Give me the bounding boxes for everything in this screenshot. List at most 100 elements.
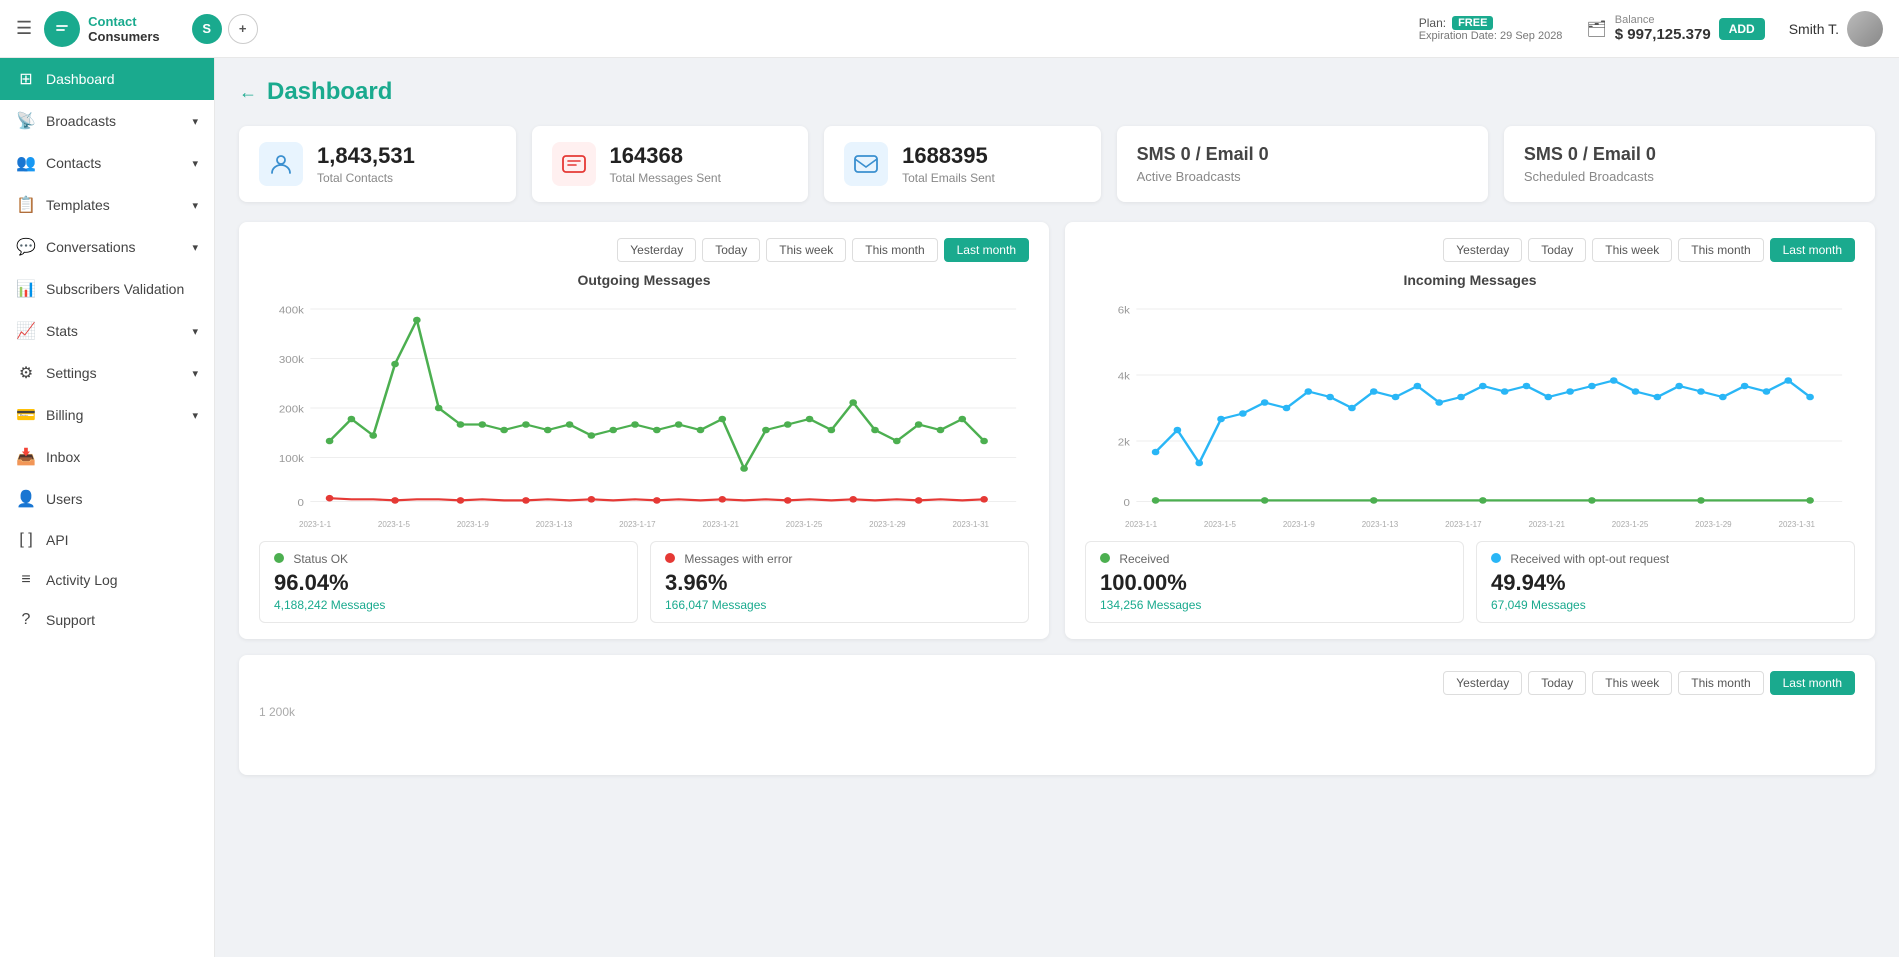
bottom-lastmonth-btn[interactable]: Last month <box>1770 671 1855 695</box>
bottom-yaxis-label: 1 200k <box>259 705 1855 719</box>
sidebar-item-settings[interactable]: ⚙ Settings ▾ <box>0 352 214 394</box>
incoming-thisweek-btn[interactable]: This week <box>1592 238 1672 262</box>
outgoing-thismonth-btn[interactable]: This month <box>852 238 937 262</box>
optout-msgs: 67,049 Messages <box>1491 598 1840 612</box>
scheduled-broadcasts-num: SMS 0 / Email 0 <box>1524 144 1656 165</box>
contacts-card-icon <box>259 142 303 186</box>
sidebar-item-dashboard[interactable]: ⊞ Dashboard <box>0 58 214 100</box>
sidebar-item-subscribers[interactable]: 📊 Subscribers Validation <box>0 268 214 310</box>
back-arrow-icon[interactable]: ← <box>239 82 257 103</box>
sidebar-item-billing[interactable]: 💳 Billing ▾ <box>0 394 214 436</box>
active-broadcasts-label: Active Broadcasts <box>1137 169 1269 184</box>
messages-card-icon <box>552 142 596 186</box>
conversations-icon: 💬 <box>16 237 36 257</box>
inbox-icon: 📥 <box>16 447 36 467</box>
stat-text-emails: 1688395 Total Emails Sent <box>902 143 995 185</box>
balance-col: Balance $ 997,125.379 <box>1615 14 1711 43</box>
sidebar-item-label-contacts: Contacts <box>46 155 101 171</box>
incoming-chart-header: Yesterday Today This week This month Las… <box>1085 238 1855 262</box>
outgoing-chart-header: Yesterday Today This week This month Las… <box>259 238 1029 262</box>
sidebar-item-support[interactable]: ? Support <box>0 600 214 640</box>
topbar-left: ☰ Contact Consumers S + <box>16 11 258 47</box>
incoming-thismonth-btn[interactable]: This month <box>1678 238 1763 262</box>
sidebar-item-contacts[interactable]: 👥 Contacts ▾ <box>0 142 214 184</box>
sidebar-item-inbox[interactable]: 📥 Inbox <box>0 436 214 478</box>
sidebar-item-activity[interactable]: ≡ Activity Log <box>0 560 214 600</box>
error-box: Messages with error 3.96% 166,047 Messag… <box>650 541 1029 623</box>
bottom-thisweek-btn[interactable]: This week <box>1592 671 1672 695</box>
sidebar-item-label-support: Support <box>46 612 95 628</box>
outgoing-today-btn[interactable]: Today <box>702 238 760 262</box>
error-label: Messages with error <box>665 552 1014 566</box>
outgoing-thisweek-btn[interactable]: This week <box>766 238 846 262</box>
total-contacts-label: Total Contacts <box>317 171 415 185</box>
avatar[interactable] <box>1847 11 1883 47</box>
received-pct: 100.00% <box>1100 570 1449 596</box>
status-ok-box: Status OK 96.04% 4,188,242 Messages <box>259 541 638 623</box>
sidebar-item-label-dashboard: Dashboard <box>46 71 115 87</box>
workspace-add-button[interactable]: + <box>228 14 258 44</box>
hamburger-icon[interactable]: ☰ <box>16 18 32 39</box>
sidebar-item-label-activity: Activity Log <box>46 572 118 588</box>
outgoing-chart-card: Yesterday Today This week This month Las… <box>239 222 1049 639</box>
stat-cards-row: 1,843,531 Total Contacts 164368 Total Me… <box>239 126 1875 202</box>
sidebar-item-users[interactable]: 👤 Users <box>0 478 214 520</box>
stat-card-messages: 164368 Total Messages Sent <box>532 126 809 202</box>
outgoing-lastmonth-btn[interactable]: Last month <box>944 238 1029 262</box>
sidebar-item-templates[interactable]: 📋 Templates ▾ <box>0 184 214 226</box>
plan-badge: FREE <box>1452 16 1493 30</box>
bottom-yesterday-btn[interactable]: Yesterday <box>1443 671 1522 695</box>
sidebar-item-api[interactable]: [ ] API <box>0 520 214 560</box>
balance-wrap: 🗂 Balance $ 997,125.379 ADD <box>1586 14 1764 43</box>
charts-row: Yesterday Today This week This month Las… <box>239 222 1875 639</box>
main-content: ← Dashboard 1,843,531 Total Contacts <box>215 58 1899 957</box>
add-balance-button[interactable]: ADD <box>1719 18 1765 40</box>
sidebar-item-label-settings: Settings <box>46 365 97 381</box>
logo-icon <box>44 11 80 47</box>
active-broadcasts-num: SMS 0 / Email 0 <box>1137 144 1269 165</box>
users-icon: 👤 <box>16 489 36 509</box>
sidebar-item-label-broadcasts: Broadcasts <box>46 113 116 129</box>
svg-text:100k: 100k <box>279 454 305 465</box>
stats-icon: 📈 <box>16 321 36 341</box>
sidebar-item-broadcasts[interactable]: 📡 Broadcasts ▾ <box>0 100 214 142</box>
active-broadcasts-text: SMS 0 / Email 0 Active Broadcasts <box>1137 144 1269 184</box>
sidebar-arrow-templates: ▾ <box>192 199 198 212</box>
received-msgs: 134,256 Messages <box>1100 598 1449 612</box>
sidebar-item-label-conversations: Conversations <box>46 239 136 255</box>
scheduled-broadcasts-label: Scheduled Broadcasts <box>1524 169 1656 184</box>
total-emails-label: Total Emails Sent <box>902 171 995 185</box>
status-ok-dot <box>274 553 284 563</box>
error-msgs: 166,047 Messages <box>665 598 1014 612</box>
bottom-today-btn[interactable]: Today <box>1528 671 1586 695</box>
logo-text: Contact Consumers <box>88 14 160 44</box>
svg-text:300k: 300k <box>279 355 305 366</box>
svg-text:4k: 4k <box>1118 371 1131 382</box>
received-label: Received <box>1100 552 1449 566</box>
total-emails-num: 1688395 <box>902 143 995 169</box>
incoming-yesterday-btn[interactable]: Yesterday <box>1443 238 1522 262</box>
outgoing-yesterday-btn[interactable]: Yesterday <box>617 238 696 262</box>
sidebar-item-stats[interactable]: 📈 Stats ▾ <box>0 310 214 352</box>
workspace-initial-button[interactable]: S <box>192 14 222 44</box>
layout: ⊞ Dashboard 📡 Broadcasts ▾ 👥 Contacts ▾ … <box>0 58 1899 957</box>
optout-box: Received with opt-out request 49.94% 67,… <box>1476 541 1855 623</box>
topbar: ☰ Contact Consumers S + Plan: FREE Expir… <box>0 0 1899 58</box>
total-messages-num: 164368 <box>610 143 721 169</box>
status-ok-label: Status OK <box>274 552 623 566</box>
stat-card-scheduled-broadcasts: SMS 0 / Email 0 Scheduled Broadcasts <box>1504 126 1875 202</box>
emails-card-icon <box>844 142 888 186</box>
sidebar-arrow-contacts: ▾ <box>192 157 198 170</box>
incoming-today-btn[interactable]: Today <box>1528 238 1586 262</box>
bottom-thismonth-btn[interactable]: This month <box>1678 671 1763 695</box>
svg-text:6k: 6k <box>1118 305 1131 316</box>
stat-card-active-broadcasts: SMS 0 / Email 0 Active Broadcasts <box>1117 126 1488 202</box>
sidebar-item-label-api: API <box>46 532 69 548</box>
incoming-stats: Received 100.00% 134,256 Messages Receiv… <box>1085 541 1855 623</box>
incoming-lastmonth-btn[interactable]: Last month <box>1770 238 1855 262</box>
sidebar-item-conversations[interactable]: 💬 Conversations ▾ <box>0 226 214 268</box>
workspace-buttons: S + <box>192 14 258 44</box>
subscribers-icon: 📊 <box>16 279 36 299</box>
received-box: Received 100.00% 134,256 Messages <box>1085 541 1464 623</box>
sidebar-arrow-conversations: ▾ <box>192 241 198 254</box>
